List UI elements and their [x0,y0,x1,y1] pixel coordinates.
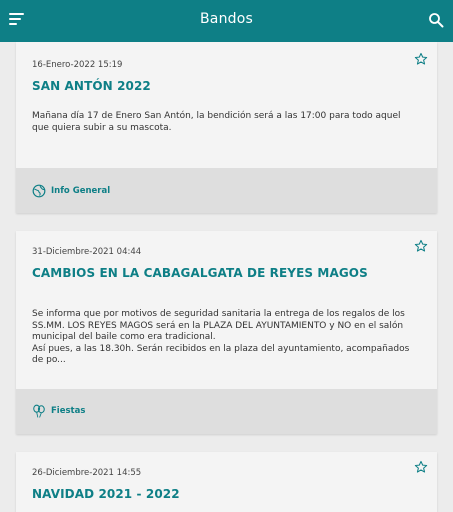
card-date: 31-Diciembre-2021 04:44 [32,247,142,257]
bando-card[interactable]: 31-Diciembre-2021 04:44 CAMBIOS EN LA CA… [16,231,437,434]
category-label: Info General [51,186,111,196]
card-footer[interactable]: Info General [16,168,437,213]
card-body-line: Mañana día 17 de Enero San Antón, la ben… [32,111,401,121]
card-body-line: que quiera subir a su mascota. [32,122,172,133]
card-body: Se informa que por motivos de seguridad … [32,309,421,367]
card-date: 16-Enero-2022 15:19 [32,60,123,70]
star-outline-icon[interactable] [414,460,428,474]
star-outline-icon[interactable] [414,239,428,253]
card-body-line: de po... [32,355,66,365]
card-footer[interactable]: Fiestas [16,389,437,434]
bando-card[interactable]: 26-Diciembre-2021 14:55 NAVIDAD 2021 - 2… [16,452,437,512]
card-title: NAVIDAD 2021 - 2022 [32,487,180,501]
globe-icon [32,184,46,198]
card-body-line: Se informa que por motivos de seguridad … [32,309,405,319]
card-title: SAN ANTÓN 2022 [32,79,151,93]
app-bar: Bandos [0,0,453,42]
card-body-line: municipal del baile como era tradicional… [32,332,216,342]
card-body: Mañana día 17 de Enero San Antón, la ben… [32,111,421,134]
balloons-icon [33,404,45,418]
card-date: 26-Diciembre-2021 14:55 [32,468,142,478]
card-title: CAMBIOS EN LA CABAGALGATA DE REYES MAGOS [32,266,368,280]
bando-card[interactable]: 16-Enero-2022 15:19 SAN ANTÓN 2022 Mañan… [16,42,437,213]
card-body-line: SS.MM. LOS REYES MAGOS será en la PLAZA … [32,320,404,331]
search-icon[interactable] [428,12,444,28]
star-outline-icon[interactable] [414,52,428,66]
card-body-line: Así pues, a las 18.30h. Serán recibidos … [32,343,410,354]
page-title: Bandos [199,11,253,27]
category-label: Fiestas [51,406,86,416]
